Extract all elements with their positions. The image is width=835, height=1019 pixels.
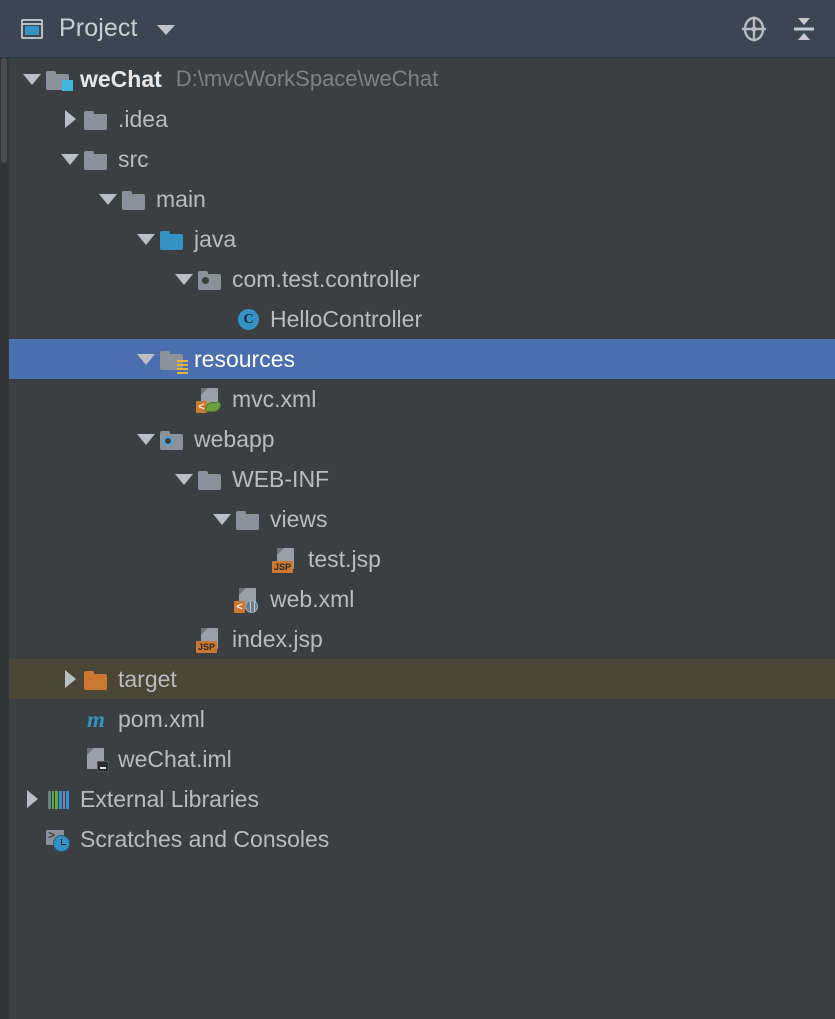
tree-row-label: java [194, 226, 237, 252]
project-tool-window: Project weChat D:\mvcWorkSpace\weChat .i… [0, 0, 835, 1019]
tree-row-label: pom.xml [118, 706, 205, 732]
tree-row[interactable]: External Libraries [9, 779, 835, 819]
project-view-selector[interactable]: Project [18, 14, 175, 43]
twisty-collapsed-icon[interactable] [19, 779, 45, 819]
twisty-expanded-icon[interactable] [133, 339, 159, 379]
jsp-file-icon: JSP [272, 546, 299, 573]
tree-row-label: webapp [194, 426, 275, 452]
twisty-placeholder [171, 379, 197, 419]
twisty-expanded-icon[interactable] [171, 459, 197, 499]
folder-icon [121, 186, 147, 212]
tree-row-label: test.jsp [308, 546, 381, 572]
tree-row[interactable]: com.test.controller [9, 259, 835, 299]
twisty-placeholder [57, 739, 83, 779]
folder-icon [235, 506, 261, 532]
tree-row[interactable]: main [9, 179, 835, 219]
tree-row-label: index.jsp [232, 626, 323, 652]
twisty-expanded-icon[interactable] [57, 139, 83, 179]
scratches-consoles-icon [45, 826, 71, 852]
twisty-expanded-icon[interactable] [133, 419, 159, 459]
folder-icon [197, 466, 223, 492]
tree-row[interactable]: Scratches and Consoles [9, 819, 835, 859]
tree-row-label: HelloController [270, 306, 423, 332]
tree-row-label: .idea [118, 106, 168, 132]
twisty-expanded-icon[interactable] [133, 219, 159, 259]
twisty-expanded-icon[interactable] [171, 259, 197, 299]
folder-icon [83, 106, 109, 132]
tree-row[interactable]: < mvc.xml [9, 379, 835, 419]
tree-row-label: src [118, 146, 149, 172]
project-path-hint: D:\mvcWorkSpace\weChat [175, 66, 439, 91]
tool-window-header: Project [0, 0, 835, 58]
twisty-collapsed-icon[interactable] [57, 659, 83, 699]
select-opened-file-icon[interactable] [739, 14, 769, 44]
vertical-scrollbar[interactable] [0, 58, 8, 1019]
iml-module-file-icon [83, 746, 109, 772]
tree-row-label: weChat.iml [118, 746, 232, 772]
tree-row-label: target [118, 666, 177, 692]
tree-row[interactable]: src [9, 139, 835, 179]
tree-row[interactable]: weChat D:\mvcWorkSpace\weChat [9, 59, 835, 99]
tree-row-label: main [156, 186, 206, 212]
tree-row[interactable]: webapp [9, 419, 835, 459]
tree-row[interactable]: views [9, 499, 835, 539]
maven-pom-icon: m [87, 707, 105, 732]
webapp-folder-icon [159, 426, 185, 452]
twisty-expanded-icon[interactable] [209, 499, 235, 539]
twisty-placeholder [247, 539, 273, 579]
twisty-placeholder [209, 579, 235, 619]
tree-row[interactable]: C HelloController [9, 299, 835, 339]
scrollbar-thumb[interactable] [1, 58, 7, 163]
jsp-file-icon: JSP [196, 626, 223, 653]
external-libraries-icon [45, 786, 71, 812]
tree-row-label: com.test.controller [232, 266, 420, 292]
package-icon [197, 266, 223, 292]
tree-row[interactable]: weChat.iml [9, 739, 835, 779]
twisty-placeholder [19, 819, 45, 859]
tree-row[interactable]: java [9, 219, 835, 259]
tree-row-label: weChat [80, 66, 162, 92]
twisty-expanded-icon[interactable] [19, 59, 45, 99]
collapse-all-icon[interactable] [789, 14, 819, 44]
twisty-collapsed-icon[interactable] [57, 99, 83, 139]
java-class-icon: C [235, 306, 261, 332]
module-folder-icon [45, 66, 73, 92]
chevron-down-icon[interactable] [156, 25, 175, 35]
excluded-folder-icon [83, 666, 109, 692]
tree-row-label: mvc.xml [232, 386, 317, 412]
tree-row[interactable]: JSP test.jsp [9, 539, 835, 579]
folder-icon [83, 146, 109, 172]
twisty-placeholder [171, 619, 197, 659]
tree-row-label: WEB-INF [232, 466, 330, 492]
twisty-expanded-icon[interactable] [95, 179, 121, 219]
tree-row[interactable]: target [9, 659, 835, 699]
tool-window-title: Project [59, 14, 138, 42]
web-xml-file-icon: < [234, 586, 261, 613]
tree-row[interactable]: .idea [9, 99, 835, 139]
tree-row[interactable]: m pom.xml [9, 699, 835, 739]
twisty-placeholder [57, 699, 83, 739]
source-folder-icon [159, 226, 185, 252]
resources-folder-icon [159, 346, 188, 374]
tree-row[interactable]: < web.xml [9, 579, 835, 619]
tree-row[interactable]: WEB-INF [9, 459, 835, 499]
tree-row-label: resources [194, 346, 295, 372]
project-tree[interactable]: weChat D:\mvcWorkSpace\weChat .idea src main… [9, 59, 835, 1019]
tree-row-label: web.xml [270, 586, 355, 612]
tree-row[interactable]: resources [9, 339, 835, 379]
tree-row-label: views [270, 506, 328, 532]
tree-row-label: External Libraries [80, 786, 259, 812]
tree-row-label: Scratches and Consoles [80, 826, 330, 852]
tool-window-actions [739, 14, 819, 44]
tree-row[interactable]: JSP index.jsp [9, 619, 835, 659]
spring-xml-file-icon: < [196, 386, 223, 413]
twisty-placeholder [209, 299, 235, 339]
project-panel-icon [18, 15, 46, 43]
